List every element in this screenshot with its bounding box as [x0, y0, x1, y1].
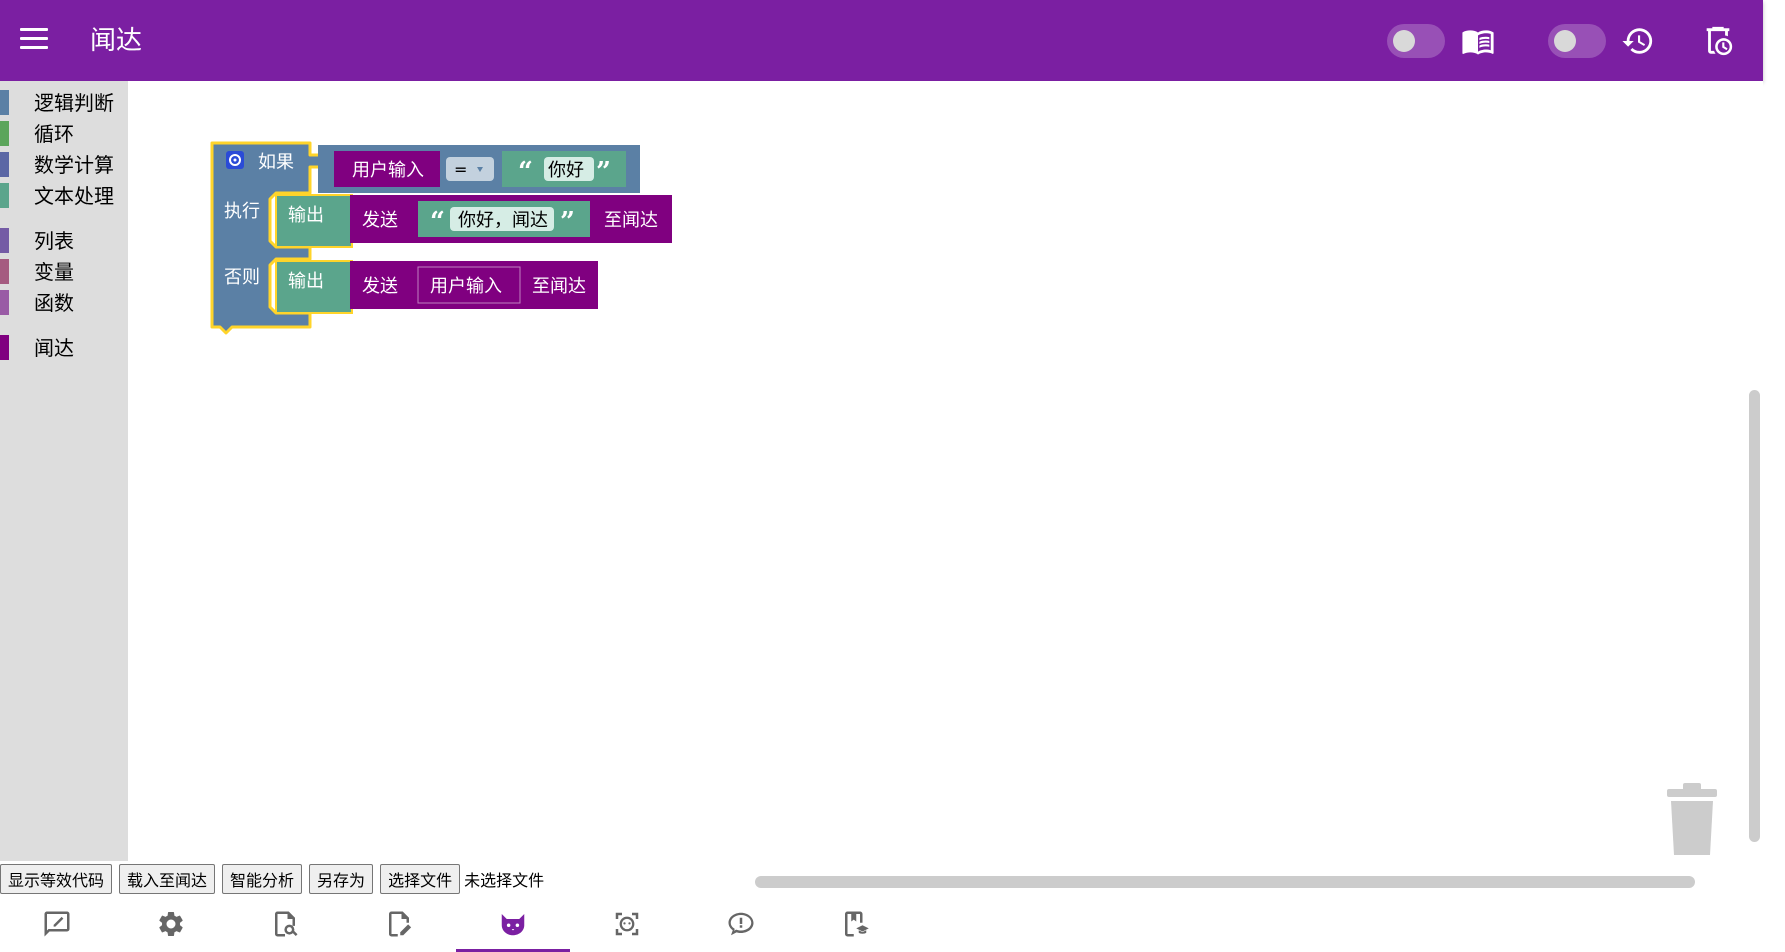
condition-variable-label: 用户输入: [352, 160, 424, 181]
category-color-swatch: [0, 90, 9, 115]
trash-can-icon[interactable]: [1663, 781, 1721, 857]
nav-bookmark-school[interactable]: [798, 898, 912, 952]
else-output-label: 输出: [288, 271, 324, 292]
else-send-label: 发送: [362, 276, 398, 297]
chat-alert-icon: [728, 912, 754, 936]
category-color-swatch: [0, 121, 9, 146]
nav-face-scan[interactable]: [570, 898, 684, 952]
then-text-value: 你好，闻达: [458, 210, 548, 231]
blockly-workspace[interactable]: 如果 执行 否则 用户输入 = “ 你好 ” 输出 发送 “ 你好，闻达 ” 至…: [128, 81, 1763, 861]
toolbox-category-function[interactable]: 函数: [0, 287, 128, 318]
toolbox-category-logic[interactable]: 逻辑判断: [0, 87, 128, 118]
document-edit-icon: [389, 911, 412, 937]
category-color-swatch: [0, 335, 9, 360]
toolbox-category-variable[interactable]: 变量: [0, 256, 128, 287]
history-icon[interactable]: [1621, 24, 1655, 58]
blockly-toolbox: 逻辑判断 循环 数学计算 文本处理 列表 变量 函数 闻达: [0, 81, 128, 861]
file-status-text: 未选择文件: [464, 871, 545, 890]
else-variable-label: 用户输入: [430, 276, 502, 297]
category-label: 逻辑判断: [34, 91, 114, 115]
close-quote-icon: ”: [596, 157, 611, 187]
app-window: 闻达 逻辑判断 循环 数学计算 文本处理 列表 变量 函数 闻达 如果 执行 否…: [0, 0, 1785, 952]
condition-text-value: 你好: [548, 160, 584, 181]
nav-document-edit[interactable]: [342, 898, 456, 952]
toolbox-category-list[interactable]: 列表: [0, 225, 128, 256]
smart-analysis-button[interactable]: 智能分析: [222, 864, 303, 894]
open-quote-icon: “: [518, 157, 533, 187]
app-header: 闻达: [0, 0, 1763, 81]
page-title: 闻达: [90, 26, 143, 56]
cat-icon: [501, 914, 525, 936]
choose-file-button[interactable]: 选择文件: [380, 864, 461, 894]
hamburger-menu-icon[interactable]: [20, 28, 48, 52]
then-send-label: 发送: [362, 210, 398, 231]
block-canvas: 如果 执行 否则 用户输入 = “ 你好 ” 输出 发送 “ 你好，闻达 ” 至…: [210, 141, 672, 335]
nav-document-search[interactable]: [228, 898, 342, 952]
category-color-swatch: [0, 259, 9, 284]
history-toggle[interactable]: [1548, 24, 1606, 58]
action-button-row: 显示等效代码 载入至闻达 智能分析 另存为 选择文件 未选择文件: [0, 863, 544, 895]
toolbox-category-text[interactable]: 文本处理: [0, 180, 128, 211]
category-color-swatch: [0, 228, 9, 253]
bottom-navigation: [0, 898, 1785, 952]
face-scan-icon: [615, 912, 639, 936]
nav-settings[interactable]: [114, 898, 228, 952]
gear-icon[interactable]: [226, 151, 244, 169]
toolbox-category-loop[interactable]: 循环: [0, 118, 128, 149]
then-output-label: 输出: [288, 205, 324, 226]
bookmark-school-icon: [845, 911, 869, 937]
open-quote-icon: “: [430, 207, 445, 237]
nav-chat-edit[interactable]: [0, 898, 114, 952]
workspace-vertical-scrollbar[interactable]: [1749, 390, 1760, 842]
chat-edit-icon: [44, 911, 70, 937]
knowledge-toggle[interactable]: [1387, 24, 1445, 58]
then-to-label: 至闻达: [604, 210, 658, 231]
load-to-wenda-button[interactable]: 载入至闻达: [119, 864, 216, 894]
category-color-swatch: [0, 183, 9, 208]
close-quote-icon: ”: [560, 207, 575, 237]
category-label: 变量: [34, 260, 74, 284]
toolbox-category-math[interactable]: 数学计算: [0, 149, 128, 180]
category-label: 列表: [34, 229, 74, 253]
else-label: 否则: [224, 267, 260, 288]
category-label: 文本处理: [34, 184, 114, 208]
category-color-swatch: [0, 290, 9, 315]
show-code-button[interactable]: 显示等效代码: [0, 864, 113, 894]
else-to-label: 至闻达: [532, 276, 586, 297]
operator-label: =: [454, 160, 467, 179]
open-book-icon[interactable]: [1461, 24, 1495, 58]
category-label: 闻达: [34, 336, 74, 360]
category-label: 循环: [34, 122, 74, 146]
toolbox-category-wenda[interactable]: 闻达: [0, 332, 128, 363]
workspace-horizontal-scrollbar[interactable]: [755, 876, 1695, 888]
document-search-icon: [275, 911, 298, 937]
category-label: 数学计算: [34, 153, 114, 177]
category-label: 函数: [34, 291, 74, 315]
save-as-button[interactable]: 另存为: [309, 864, 374, 894]
if-label: 如果: [258, 152, 294, 173]
nav-cat[interactable]: [456, 898, 570, 952]
nav-chat-alert[interactable]: [684, 898, 798, 952]
do-label: 执行: [224, 201, 260, 222]
category-color-swatch: [0, 152, 9, 177]
settings-gear-icon: [159, 912, 183, 936]
delete-clock-icon[interactable]: [1701, 24, 1735, 58]
